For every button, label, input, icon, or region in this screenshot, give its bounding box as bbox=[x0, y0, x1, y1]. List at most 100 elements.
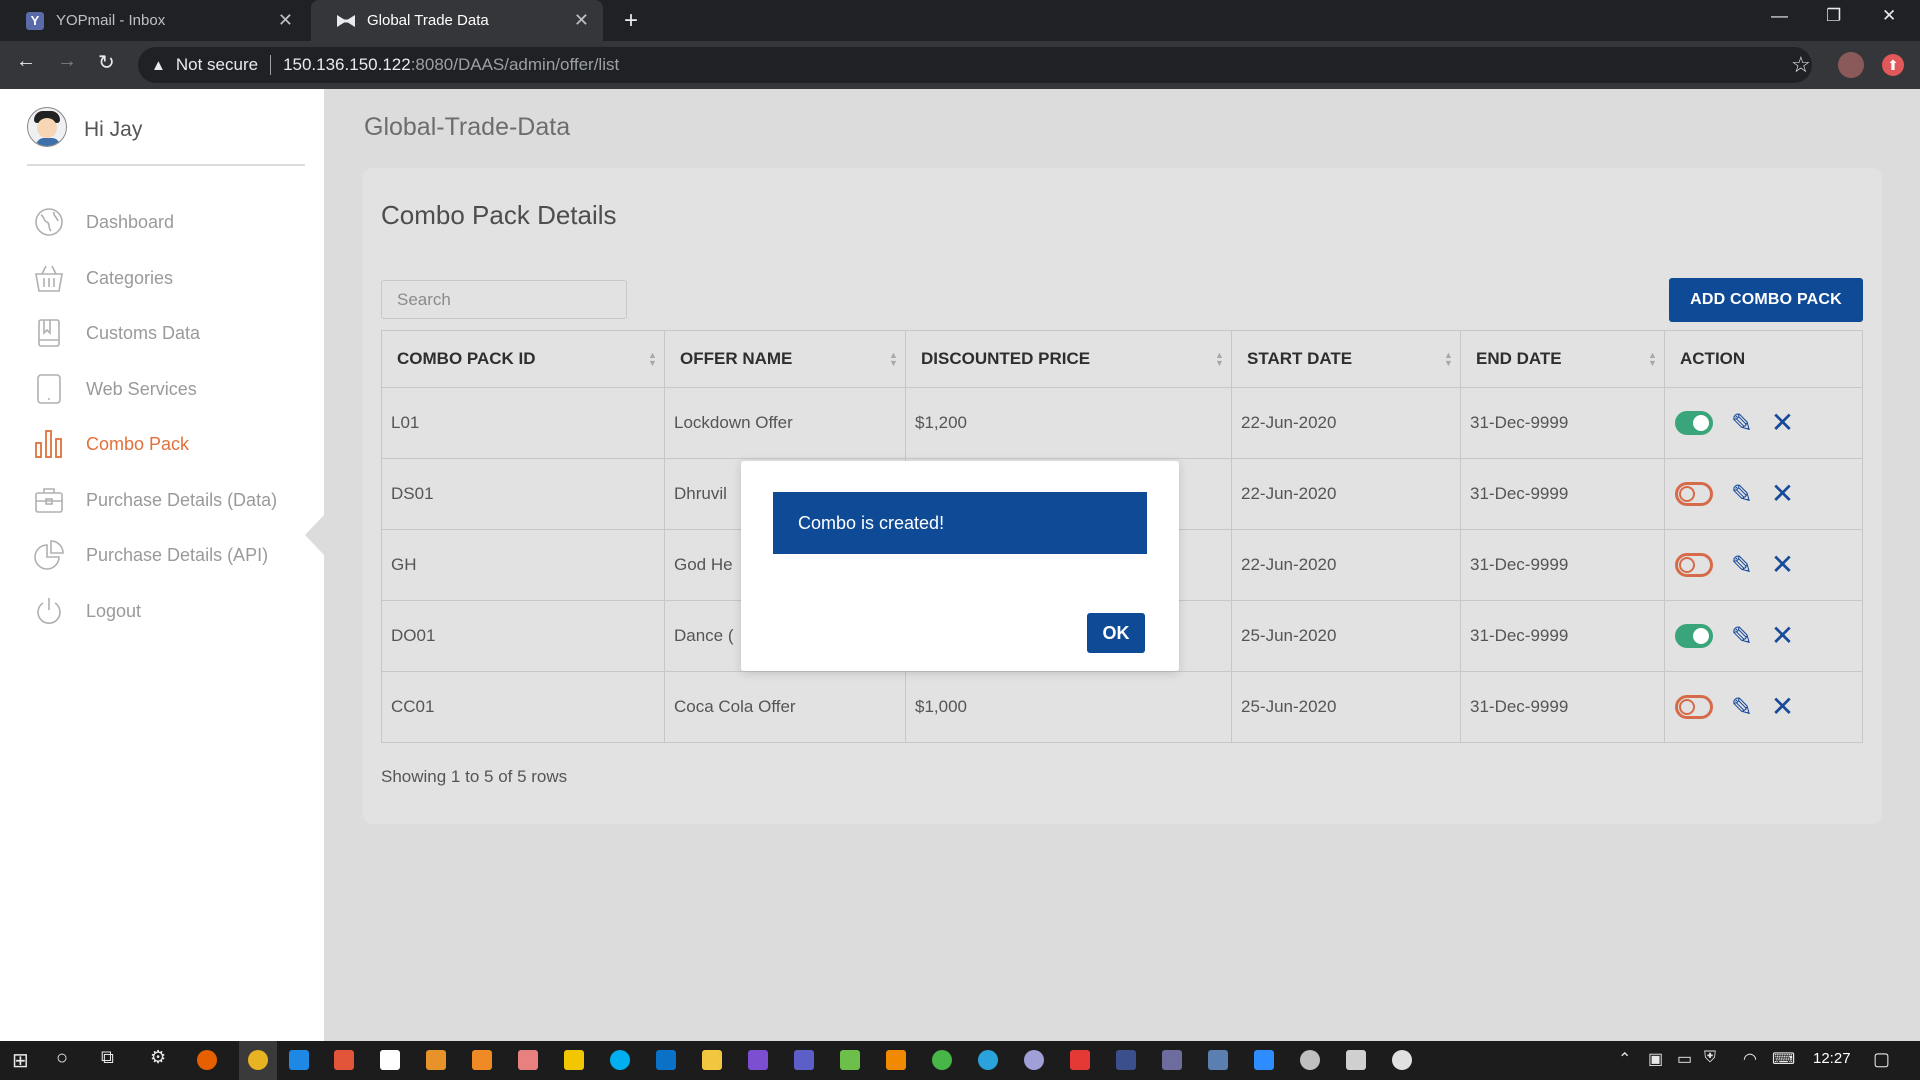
app-icon[interactable] bbox=[380, 1050, 400, 1070]
column-header[interactable]: START DATE ▲ ▼ bbox=[1231, 330, 1461, 388]
sidebar-item-dashboard[interactable]: Dashboard bbox=[34, 207, 174, 237]
status-toggle[interactable] bbox=[1675, 482, 1713, 506]
cell-end: 31-Dec-9999 bbox=[1460, 600, 1665, 672]
sidebar-item-web-services[interactable]: Web Services bbox=[34, 374, 197, 404]
windows-start-icon[interactable]: ⊞ bbox=[12, 1048, 29, 1073]
delete-x-icon[interactable]: ✕ bbox=[1771, 409, 1794, 437]
sort-icon[interactable]: ▲ ▼ bbox=[1215, 351, 1224, 368]
close-window-icon[interactable]: ✕ bbox=[1882, 6, 1896, 26]
sidebar-item-logout[interactable]: Logout bbox=[34, 596, 141, 626]
restore-icon[interactable]: ❐ bbox=[1826, 6, 1841, 26]
sidebar-item-purchase-details-api[interactable]: Purchase Details (API) bbox=[34, 540, 268, 570]
new-tab-icon[interactable]: + bbox=[624, 7, 638, 35]
sidebar-item-combo-pack[interactable]: Combo Pack bbox=[34, 429, 189, 459]
settings-gear-icon[interactable]: ⚙ bbox=[150, 1047, 166, 1068]
pagination-info: Showing 1 to 5 of 5 rows bbox=[381, 767, 568, 786]
edit-pencil-icon[interactable]: ✎ bbox=[1731, 481, 1753, 507]
delete-x-icon[interactable]: ✕ bbox=[1771, 622, 1794, 650]
edge-icon[interactable] bbox=[289, 1050, 309, 1070]
app-icon[interactable] bbox=[932, 1050, 952, 1070]
tray-icon[interactable]: ▣ bbox=[1648, 1049, 1663, 1069]
teams-icon[interactable] bbox=[794, 1050, 814, 1070]
app-icon[interactable] bbox=[1024, 1050, 1044, 1070]
back-icon[interactable]: ← bbox=[16, 50, 36, 73]
sticky-notes-icon[interactable] bbox=[564, 1050, 584, 1070]
delete-x-icon[interactable]: ✕ bbox=[1771, 551, 1794, 579]
cell-actions: ✎ ✕ bbox=[1664, 458, 1863, 530]
app-icon[interactable] bbox=[1392, 1050, 1412, 1070]
ok-button[interactable]: OK bbox=[1087, 613, 1145, 653]
minimize-icon[interactable]: — bbox=[1771, 6, 1788, 26]
vlc-icon[interactable] bbox=[886, 1050, 906, 1070]
sublime-icon[interactable] bbox=[426, 1050, 446, 1070]
edit-pencil-icon[interactable]: ✎ bbox=[1731, 552, 1753, 578]
firefox-icon[interactable] bbox=[197, 1050, 217, 1070]
app-icon[interactable] bbox=[840, 1050, 860, 1070]
extension-icon[interactable]: ⬆ bbox=[1882, 54, 1904, 76]
app-icon[interactable] bbox=[1208, 1050, 1228, 1070]
briefcase-icon bbox=[34, 485, 64, 515]
zoom-icon[interactable] bbox=[1254, 1050, 1274, 1070]
delete-x-icon[interactable]: ✕ bbox=[1771, 693, 1794, 721]
app-icon[interactable] bbox=[748, 1050, 768, 1070]
task-view-icon[interactable]: ⧉ bbox=[101, 1047, 114, 1068]
table-row: CC01 Coca Cola Offer $1,000 25-Jun-2020 … bbox=[381, 671, 1863, 743]
close-tab-icon[interactable]: ✕ bbox=[574, 10, 589, 31]
wifi-icon[interactable]: ◠ bbox=[1743, 1049, 1757, 1069]
shield-icon[interactable]: ⛨ bbox=[1704, 1049, 1716, 1067]
status-toggle[interactable] bbox=[1675, 553, 1713, 577]
outlook-icon[interactable] bbox=[656, 1050, 676, 1070]
app-icon[interactable] bbox=[1116, 1050, 1136, 1070]
avatar[interactable] bbox=[27, 107, 67, 147]
app-icon[interactable] bbox=[1346, 1050, 1366, 1070]
edit-pencil-icon[interactable]: ✎ bbox=[1731, 623, 1753, 649]
sidebar-item-customs-data[interactable]: Customs Data bbox=[34, 318, 200, 348]
column-header[interactable]: DISCOUNTED PRICE ▲ ▼ bbox=[905, 330, 1232, 388]
app-icon[interactable] bbox=[1162, 1050, 1182, 1070]
column-header[interactable]: COMBO PACK ID ▲ ▼ bbox=[381, 330, 665, 388]
tab-global-trade-data[interactable]: Global Trade Data ✕ bbox=[311, 0, 603, 41]
telegram-icon[interactable] bbox=[978, 1050, 998, 1070]
app-icon[interactable] bbox=[1300, 1050, 1320, 1070]
basket-icon bbox=[34, 263, 64, 293]
status-toggle[interactable] bbox=[1675, 411, 1713, 435]
sidebar-item-categories[interactable]: Categories bbox=[34, 263, 173, 293]
notifications-icon[interactable]: ▢ bbox=[1873, 1049, 1890, 1070]
reload-icon[interactable]: ↻ bbox=[98, 50, 115, 75]
skype-icon[interactable] bbox=[610, 1050, 630, 1070]
sort-icon[interactable]: ▲ ▼ bbox=[1444, 351, 1453, 368]
cell-offer: Coca Cola Offer bbox=[664, 671, 906, 743]
sort-icon[interactable]: ▲ ▼ bbox=[648, 351, 657, 368]
tab-yopmail[interactable]: Y YOPmail - Inbox ✕ bbox=[0, 0, 307, 41]
edit-pencil-icon[interactable]: ✎ bbox=[1731, 694, 1753, 720]
battery-icon[interactable]: ▭ bbox=[1677, 1049, 1692, 1069]
add-combo-pack-button[interactable]: ADD COMBO PACK bbox=[1669, 278, 1863, 322]
app-icon[interactable] bbox=[334, 1050, 354, 1070]
chevron-up-icon[interactable]: ⌃ bbox=[1618, 1049, 1631, 1069]
sidebar-item-purchase-details-data[interactable]: Purchase Details (Data) bbox=[34, 485, 277, 515]
status-toggle[interactable] bbox=[1675, 695, 1713, 719]
app-icon[interactable] bbox=[472, 1050, 492, 1070]
app-icon[interactable] bbox=[518, 1050, 538, 1070]
delete-x-icon[interactable]: ✕ bbox=[1771, 480, 1794, 508]
chrome-icon[interactable] bbox=[248, 1050, 268, 1070]
status-toggle[interactable] bbox=[1675, 624, 1713, 648]
clock[interactable]: 12:27 bbox=[1813, 1050, 1851, 1067]
column-header[interactable]: OFFER NAME ▲ ▼ bbox=[664, 330, 906, 388]
file-explorer-icon[interactable] bbox=[702, 1050, 722, 1070]
bookmark-star-icon[interactable]: ☆ bbox=[1791, 52, 1811, 78]
sort-icon[interactable]: ▲ ▼ bbox=[1648, 351, 1657, 368]
address-bar[interactable]: ▲ Not secure 150.136.150.122 :8080/DAAS/… bbox=[138, 47, 1812, 83]
app-icon[interactable] bbox=[1070, 1050, 1090, 1070]
edit-pencil-icon[interactable]: ✎ bbox=[1731, 410, 1753, 436]
column-header[interactable]: END DATE ▲ ▼ bbox=[1460, 330, 1665, 388]
close-tab-icon[interactable]: ✕ bbox=[278, 10, 293, 31]
keyboard-icon[interactable]: ⌨ bbox=[1772, 1049, 1795, 1069]
search-circle-icon[interactable]: ○ bbox=[56, 1047, 68, 1070]
search-input[interactable] bbox=[381, 280, 627, 319]
divider bbox=[27, 164, 305, 166]
forward-icon[interactable]: → bbox=[57, 50, 77, 73]
profile-avatar[interactable] bbox=[1838, 52, 1864, 78]
user-greeting: Hi Jay bbox=[84, 118, 143, 141]
sort-icon[interactable]: ▲ ▼ bbox=[889, 351, 898, 368]
